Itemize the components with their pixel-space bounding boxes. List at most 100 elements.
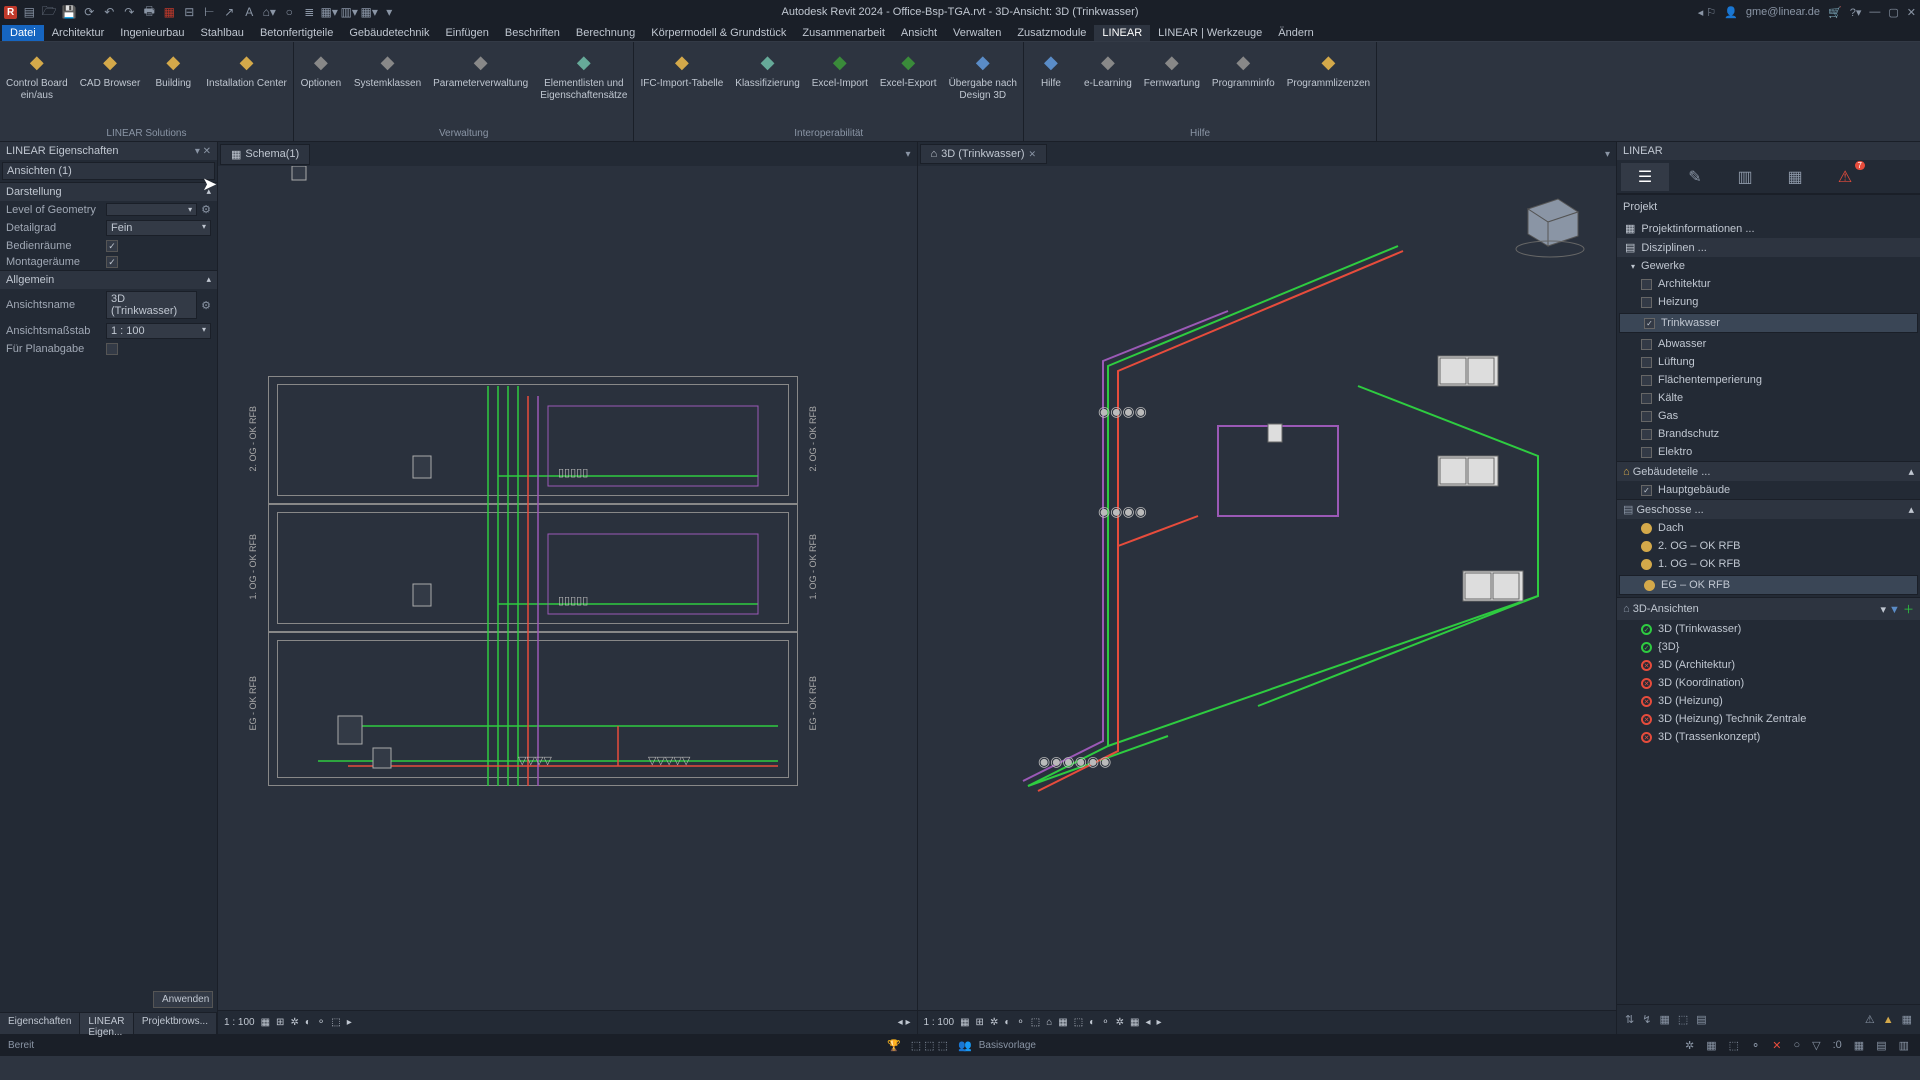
ribbon-ifcimporttabelle[interactable]: ◆IFC-Import-Tabelle bbox=[634, 42, 729, 126]
menu-tab-stahlbau[interactable]: Stahlbau bbox=[193, 25, 252, 41]
menu-tab-gebudetechnik[interactable]: Gebäudetechnik bbox=[341, 25, 437, 41]
apply-button[interactable]: Anwenden bbox=[153, 991, 213, 1008]
tab-close-icon[interactable]: ✕ bbox=[1028, 149, 1036, 160]
print-icon[interactable]: 🖶 bbox=[141, 4, 157, 20]
prop-montagerume[interactable]: Montageräume✓ bbox=[0, 254, 217, 270]
ribbon-building[interactable]: ◆Building bbox=[146, 42, 200, 126]
columns-icon[interactable]: ▥ bbox=[1721, 163, 1769, 191]
help-icon[interactable]: ?▾ bbox=[1850, 6, 1862, 19]
menu-tab-zusatzmodule[interactable]: Zusatzmodule bbox=[1009, 25, 1094, 41]
calc-icon[interactable]: ▦ bbox=[1771, 163, 1819, 191]
open-icon[interactable]: 🗁 bbox=[41, 4, 57, 20]
ribbon-elementlistenund[interactable]: ◆Elementlisten undEigenschaftensätze bbox=[534, 42, 633, 126]
view-tab-3d[interactable]: ⌂ 3D (Trinkwasser) ✕ bbox=[920, 144, 1048, 164]
menu-tab-ansicht[interactable]: Ansicht bbox=[893, 25, 945, 41]
text-icon[interactable]: A bbox=[241, 4, 257, 20]
menu-tab-betonfertigteile[interactable]: Betonfertigteile bbox=[252, 25, 341, 41]
cart-icon[interactable]: 🛒 bbox=[1828, 6, 1842, 19]
more-icon[interactable]: ▦▾ bbox=[361, 4, 377, 20]
item-dtrinkwasser[interactable]: ✓3D (Trinkwasser) bbox=[1617, 620, 1920, 638]
undo-icon[interactable]: ↶ bbox=[101, 4, 117, 20]
menu-tab-verwalten[interactable]: Verwalten bbox=[945, 25, 1009, 41]
sec-icon[interactable]: ○ bbox=[281, 4, 297, 20]
section-allgemein[interactable]: Allgemein▴ bbox=[0, 270, 217, 289]
panel-tab[interactable]: Eigenschaften bbox=[0, 1013, 80, 1034]
list-icon[interactable]: ≣ bbox=[301, 4, 317, 20]
panel-close-icon[interactable]: ▾ ✕ bbox=[195, 146, 211, 157]
user-icon[interactable]: 👤 bbox=[1724, 6, 1738, 19]
item-dtrassenkonzept[interactable]: ✕3D (Trassenkonzept) bbox=[1617, 728, 1920, 746]
disciplines[interactable]: ▤Disziplinen ... bbox=[1617, 238, 1920, 257]
alert-icon[interactable]: ⚠7 bbox=[1821, 163, 1869, 191]
item-darchitektur[interactable]: ✕3D (Architektur) bbox=[1617, 656, 1920, 674]
ribbon-fernwartung[interactable]: ◆Fernwartung bbox=[1138, 42, 1206, 126]
ribbon-controlboard[interactable]: ◆Control Boardein/aus bbox=[0, 42, 74, 126]
section-darstellung[interactable]: Darstellung▴ bbox=[0, 182, 217, 201]
redo-icon[interactable]: ↷ bbox=[121, 4, 137, 20]
menu-tab-ingenieurbau[interactable]: Ingenieurbau bbox=[112, 25, 192, 41]
item-elektro[interactable]: Elektro bbox=[1617, 443, 1920, 461]
gewerke-header[interactable]: ▾Gewerke bbox=[1617, 257, 1920, 275]
item-lftung[interactable]: Lüftung bbox=[1617, 353, 1920, 371]
ribbon-hilfe[interactable]: ◆Hilfe bbox=[1024, 42, 1078, 126]
item-brandschutz[interactable]: Brandschutz bbox=[1617, 425, 1920, 443]
item-d[interactable]: ✓{3D} bbox=[1617, 638, 1920, 656]
ribbon-klassifizierung[interactable]: ◆Klassifizierung bbox=[729, 42, 805, 126]
search-icon[interactable]: ◂ ⚐ bbox=[1698, 6, 1716, 19]
menu-tab-einfgen[interactable]: Einfügen bbox=[437, 25, 496, 41]
pdf-icon[interactable]: ▦ bbox=[161, 4, 177, 20]
view-menu-icon[interactable]: ▾ bbox=[1605, 149, 1610, 160]
panel-tab[interactable]: LINEAR Eigen... bbox=[80, 1013, 133, 1034]
ribbon-programminfo[interactable]: ◆Programminfo bbox=[1206, 42, 1281, 126]
item-dheizungtechnikzentrale[interactable]: ✕3D (Heizung) Technik Zentrale bbox=[1617, 710, 1920, 728]
edit-icon[interactable]: ✎ bbox=[1671, 163, 1719, 191]
prop-bedienrume[interactable]: Bedienräume✓ bbox=[0, 238, 217, 254]
3d-canvas[interactable]: ◉◉◉◉◉◉◉◉ ◉◉◉◉◉◉ bbox=[918, 166, 1617, 1010]
save-icon[interactable]: 💾 bbox=[61, 4, 77, 20]
menu-tab-krpermodellgrundstck[interactable]: Körpermodell & Grundstück bbox=[643, 25, 794, 41]
project-info[interactable]: ▦Projektinformationen ... bbox=[1617, 219, 1920, 238]
prop-detailgrad[interactable]: DetailgradFein ▾ bbox=[0, 218, 217, 238]
item-klte[interactable]: Kälte bbox=[1617, 389, 1920, 407]
item-gas[interactable]: Gas bbox=[1617, 407, 1920, 425]
view-selector[interactable]: Ansichten (1) bbox=[2, 162, 215, 180]
menu-icon[interactable]: ☰ bbox=[1621, 163, 1669, 191]
item-trinkwasser[interactable]: ✓Trinkwasser bbox=[1619, 313, 1918, 333]
max-icon[interactable]: ▢ bbox=[1888, 6, 1898, 19]
menu-tab-ndern[interactable]: Ändern bbox=[1270, 25, 1321, 41]
qat-icon[interactable]: ▤ bbox=[21, 4, 37, 20]
ribbon-excelexport[interactable]: ◆Excel-Export bbox=[874, 42, 943, 126]
sync-icon[interactable]: ⟳ bbox=[81, 4, 97, 20]
item-egokrfb[interactable]: EG – OK RFB bbox=[1619, 575, 1918, 595]
ribbon-parameterverwaltung[interactable]: ◆Parameterverwaltung bbox=[427, 42, 534, 126]
align-icon[interactable]: ↗ bbox=[221, 4, 237, 20]
item-hauptgebude[interactable]: ✓Hauptgebäude bbox=[1617, 481, 1920, 499]
scale-label[interactable]: 1 : 100 bbox=[924, 1017, 955, 1028]
menu-tab-datei[interactable]: Datei bbox=[2, 25, 44, 41]
ribbon-cadbrowser[interactable]: ◆CAD Browser bbox=[74, 42, 147, 126]
gebaeude-header[interactable]: ⌂ Gebäudeteile ...▴ bbox=[1617, 461, 1920, 481]
ribbon-elearning[interactable]: ◆e-Learning bbox=[1078, 42, 1138, 126]
item-flchentemperierung[interactable]: Flächentemperierung bbox=[1617, 371, 1920, 389]
ribbon-systemklassen[interactable]: ◆Systemklassen bbox=[348, 42, 427, 126]
view-control-bar[interactable]: 1 : 100 ▦⊞✲◐⚬⬚⌂▦⬚◐⚬✲▦◂▸ bbox=[918, 1010, 1617, 1034]
item-dheizung[interactable]: ✕3D (Heizung) bbox=[1617, 692, 1920, 710]
item-dach[interactable]: Dach bbox=[1617, 519, 1920, 537]
view-control-bar[interactable]: 1 : 100 ▦⊞✲◐⚬⬚▸ ◂ ▸ bbox=[218, 1010, 917, 1034]
item-ogokrfb[interactable]: 2. OG – OK RFB bbox=[1617, 537, 1920, 555]
ansichten-header[interactable]: ⌂ 3D-Ansichten▾ ▼ ＋ bbox=[1617, 597, 1920, 620]
win-icon[interactable]: ▦▾ bbox=[321, 4, 337, 20]
measure-icon[interactable]: ⊟ bbox=[181, 4, 197, 20]
menu-tab-berechnung[interactable]: Berechnung bbox=[568, 25, 643, 41]
close-icon[interactable]: ✕ bbox=[1907, 6, 1916, 19]
item-ogokrfb[interactable]: 1. OG – OK RFB bbox=[1617, 555, 1920, 573]
scale-label[interactable]: 1 : 100 bbox=[224, 1017, 255, 1028]
prop-ansichtsname[interactable]: Ansichtsname3D (Trinkwasser)⚙ bbox=[0, 289, 217, 321]
item-abwasser[interactable]: Abwasser bbox=[1617, 335, 1920, 353]
item-heizung[interactable]: Heizung bbox=[1617, 293, 1920, 311]
menu-tab-zusammenarbeit[interactable]: Zusammenarbeit bbox=[794, 25, 893, 41]
item-architektur[interactable]: Architektur bbox=[1617, 275, 1920, 293]
schema-canvas[interactable]: 2. OG - OK RFB 2. OG - OK RFB 1. OG - OK… bbox=[218, 166, 917, 1010]
dim-icon[interactable]: ⊢ bbox=[201, 4, 217, 20]
view-tab-schema[interactable]: ▦ Schema(1) bbox=[220, 144, 310, 165]
